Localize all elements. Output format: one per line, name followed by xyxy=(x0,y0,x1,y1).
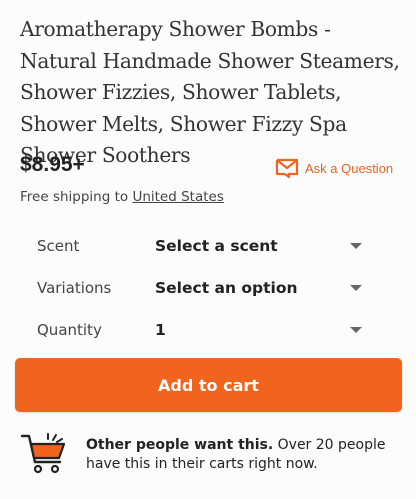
product-title: Aromatherapy Shower Bombs - Natural Hand… xyxy=(20,17,400,167)
scent-select-value: Select a scent xyxy=(155,237,278,255)
envelope-icon xyxy=(275,158,299,178)
option-row-scent: Scent Select a scent xyxy=(0,225,416,267)
product-price: $8.95+ xyxy=(20,153,85,176)
social-proof-text: Other people want this. Over 20 people h… xyxy=(86,436,396,474)
caret-down-icon xyxy=(350,327,362,333)
shipping-info: Free shipping to United States xyxy=(20,189,224,205)
variations-label: Variations xyxy=(37,279,112,297)
variations-select[interactable]: Select an option xyxy=(150,269,368,307)
social-proof-heading: Other people want this. xyxy=(86,437,274,453)
ask-question-link[interactable]: Ask a Question xyxy=(275,158,393,178)
product-options: Scent Select a scent Variations Select a… xyxy=(0,225,416,351)
quantity-label: Quantity xyxy=(37,321,102,339)
caret-down-icon xyxy=(350,243,362,249)
caret-down-icon xyxy=(350,285,362,291)
option-row-quantity: Quantity 1 xyxy=(0,309,416,351)
option-row-variations: Variations Select an option xyxy=(0,267,416,309)
ask-question-label: Ask a Question xyxy=(305,160,394,176)
add-to-cart-button[interactable]: Add to cart xyxy=(15,358,402,412)
scent-select[interactable]: Select a scent xyxy=(150,227,368,265)
shipping-prefix: Free shipping to xyxy=(20,189,133,205)
quantity-select[interactable]: 1 xyxy=(150,311,368,349)
scent-label: Scent xyxy=(37,237,80,255)
quantity-select-value: 1 xyxy=(155,321,166,339)
shopping-cart-icon xyxy=(20,433,66,474)
shipping-destination-link[interactable]: United States xyxy=(132,189,223,205)
variations-select-value: Select an option xyxy=(155,279,298,297)
